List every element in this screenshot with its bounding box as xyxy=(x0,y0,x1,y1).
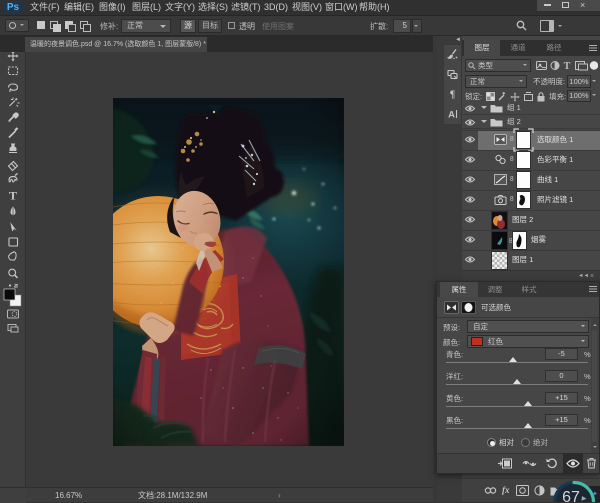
svg-text:A: A xyxy=(448,110,455,121)
svg-text:67: 67 xyxy=(562,489,580,502)
svg-text:T: T xyxy=(9,189,17,203)
svg-text:T: T xyxy=(564,61,571,71)
svg-text:¶: ¶ xyxy=(450,90,455,101)
